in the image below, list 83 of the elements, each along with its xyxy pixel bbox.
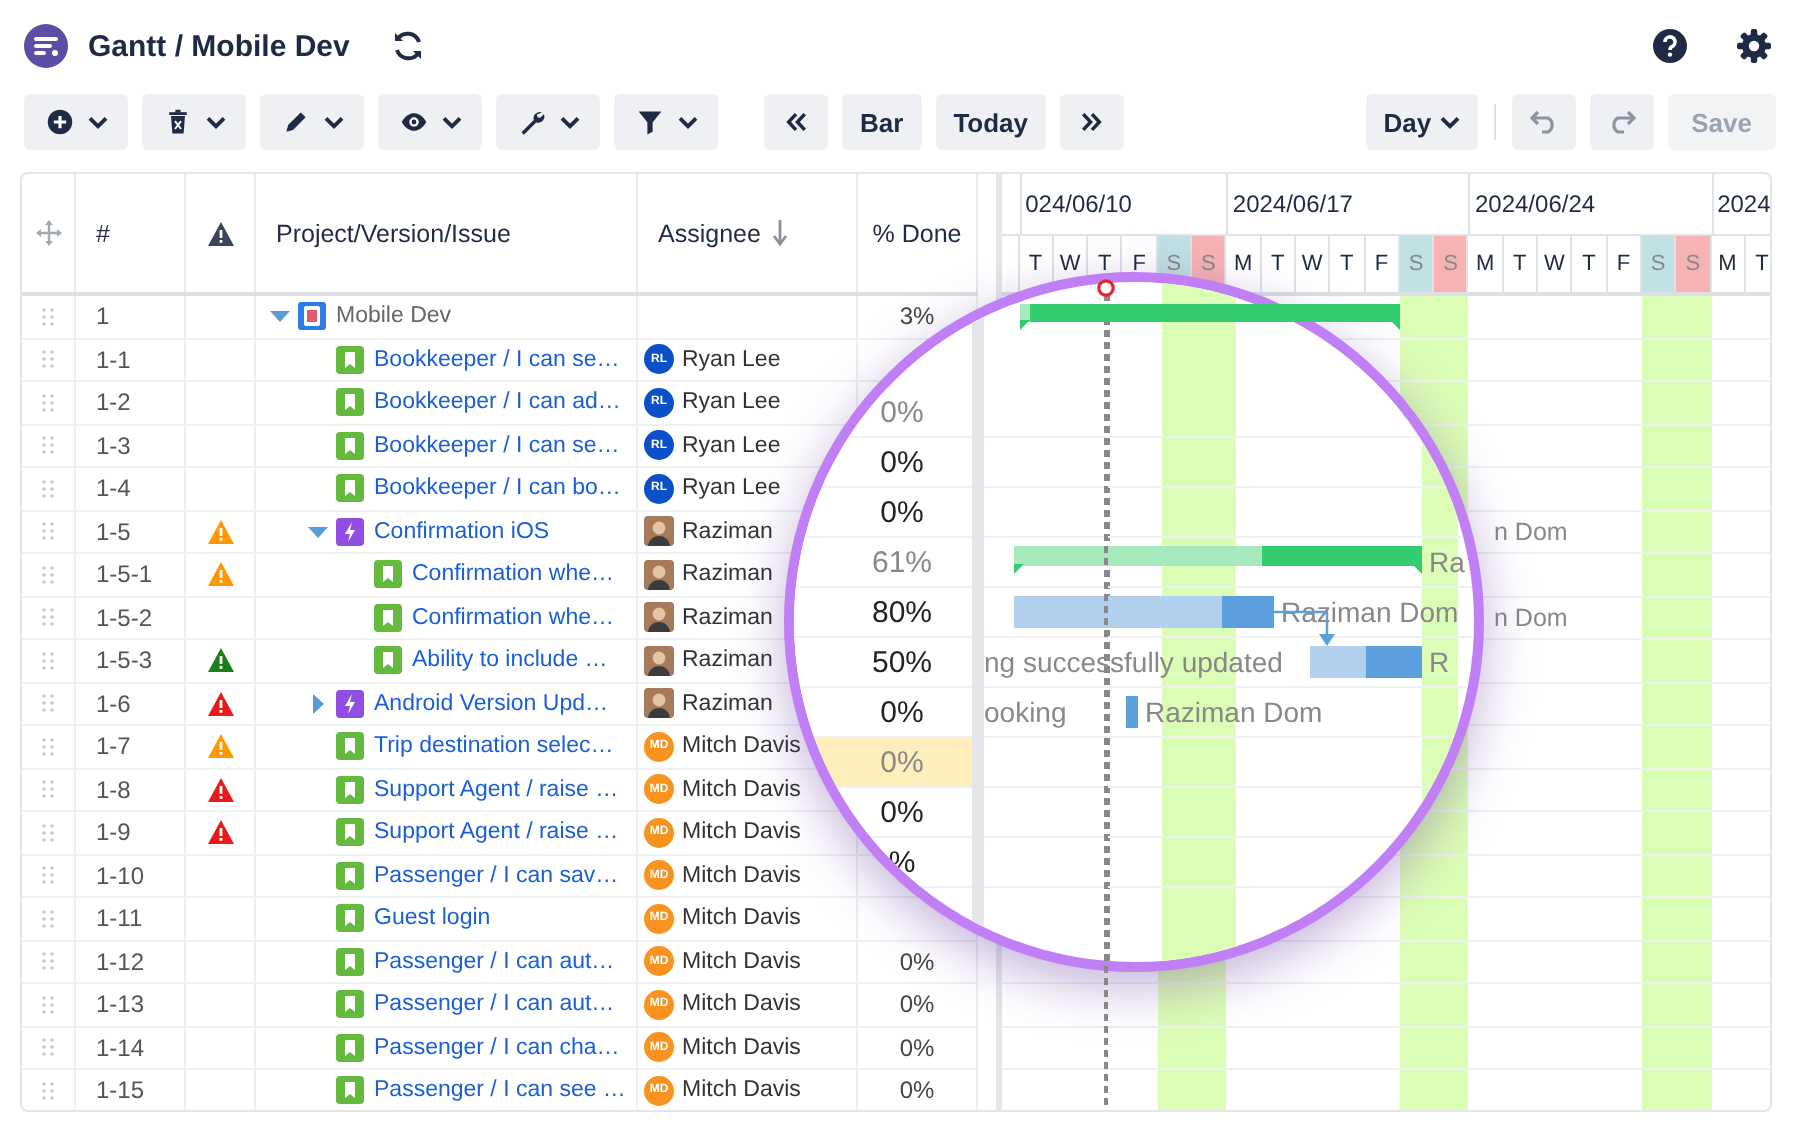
bar-label: R bbox=[1429, 646, 1450, 678]
issue-link[interactable]: Guest login bbox=[374, 906, 491, 931]
issue-link[interactable]: Passenger / I can aut… bbox=[374, 992, 615, 1017]
issue-link[interactable]: Ability to include … bbox=[412, 648, 608, 673]
percent-done: 0% bbox=[899, 990, 935, 1019]
issue-link[interactable]: Bookkeeper / I can se… bbox=[374, 433, 620, 458]
row-number: 1-5-1 bbox=[96, 560, 153, 589]
row-number: 1-14 bbox=[96, 1033, 145, 1062]
assignee-name: Mitch Davis bbox=[682, 1078, 801, 1103]
issue-link[interactable]: Confirmation iOS bbox=[374, 519, 550, 544]
row-number: 1-12 bbox=[96, 947, 145, 976]
assignee-name: Raziman bbox=[682, 648, 773, 673]
issue-link[interactable]: Bookkeeper / I can bo… bbox=[374, 476, 621, 501]
week-label: 024/06/10 bbox=[1025, 190, 1132, 218]
issue-link[interactable]: Android Version Upd… bbox=[374, 691, 608, 716]
assignee-name: Raziman bbox=[682, 605, 773, 630]
day-label: S bbox=[1641, 234, 1677, 292]
assignee-name: Ryan Lee bbox=[682, 433, 781, 458]
week-label: 2024/06/24 bbox=[1474, 190, 1596, 218]
column-header[interactable]: Assignee bbox=[658, 219, 761, 247]
percent-done: 0% bbox=[899, 1033, 935, 1062]
day-label: T bbox=[1745, 234, 1770, 292]
nav-button[interactable]: Bar bbox=[842, 94, 922, 150]
page-title: Gantt / Mobile Dev bbox=[88, 29, 350, 63]
assignee-name: Mitch Davis bbox=[682, 906, 801, 931]
row-number: 1-2 bbox=[96, 388, 131, 417]
week-label: 2024 bbox=[1717, 190, 1770, 218]
issue-link[interactable]: Passenger / I can sav… bbox=[374, 863, 619, 888]
issue-link[interactable]: Passenger / I can cha… bbox=[374, 1035, 620, 1060]
issue-link[interactable]: Passenger / I can see … bbox=[374, 1078, 626, 1103]
row-number: 1 bbox=[96, 302, 110, 331]
nav-button[interactable]: Today bbox=[935, 94, 1047, 150]
task-name-label: ooking bbox=[984, 696, 1067, 728]
row-number: 1-5-2 bbox=[96, 603, 153, 632]
day-label: S bbox=[1676, 234, 1712, 292]
row-number: 1-10 bbox=[96, 861, 145, 890]
day-label: M bbox=[1711, 234, 1746, 292]
issue-link[interactable]: Support Agent / raise … bbox=[374, 777, 619, 802]
day-label: S bbox=[1434, 234, 1469, 292]
assignee-name: Ryan Lee bbox=[682, 476, 781, 501]
issue-link[interactable]: Confirmation whe… bbox=[412, 562, 614, 587]
project-name[interactable]: Mobile Dev bbox=[336, 304, 452, 329]
assignee-name: Raziman bbox=[682, 519, 773, 544]
row-number: 1-5 bbox=[96, 517, 131, 546]
row-number: 1-4 bbox=[96, 474, 131, 503]
issue-link[interactable]: Support Agent / raise … bbox=[374, 820, 619, 845]
day-label: S bbox=[1399, 234, 1435, 292]
issue-link[interactable]: Confirmation whe… bbox=[412, 605, 614, 630]
row-number: 1-11 bbox=[96, 904, 143, 933]
column-header[interactable]: # bbox=[96, 219, 110, 247]
assignee-name: Mitch Davis bbox=[682, 1035, 801, 1060]
scale-dropdown[interactable]: Day bbox=[1365, 94, 1478, 150]
assignee-name: Mitch Davis bbox=[682, 992, 801, 1017]
issue-link[interactable]: Trip destination selec… bbox=[374, 734, 614, 759]
bar-label: n Dom bbox=[1494, 603, 1568, 631]
week-label: 2024/06/17 bbox=[1232, 190, 1353, 218]
assignee-name: Mitch Davis bbox=[682, 949, 801, 974]
percent-done: 0% bbox=[899, 1076, 935, 1105]
day-label: T bbox=[1572, 234, 1608, 292]
row-number: 1-5-3 bbox=[96, 646, 153, 675]
assignee-name: Ryan Lee bbox=[682, 347, 781, 372]
bar-label: n Dom bbox=[1494, 517, 1568, 545]
row-number: 1-7 bbox=[96, 732, 131, 761]
row-number: 1-3 bbox=[96, 431, 131, 460]
row-number: 1-9 bbox=[96, 818, 131, 847]
row-number: 1-1 bbox=[96, 345, 131, 374]
row-number: 1-13 bbox=[96, 990, 145, 1019]
issue-link[interactable]: Passenger / I can aut… bbox=[374, 949, 615, 974]
day-label: W bbox=[1538, 234, 1573, 292]
row-number: 1-6 bbox=[96, 689, 131, 718]
column-header[interactable]: % Done bbox=[872, 219, 962, 247]
assignee-name: Raziman bbox=[682, 562, 773, 587]
issue-link[interactable]: Bookkeeper / I can se… bbox=[374, 347, 620, 372]
issue-link[interactable]: Bookkeeper / I can ad… bbox=[374, 390, 621, 415]
column-header[interactable]: Project/Version/Issue bbox=[276, 219, 511, 247]
percent-done: 3% bbox=[899, 302, 935, 331]
percent-done: 0% bbox=[899, 947, 935, 976]
row-number: 1-8 bbox=[96, 775, 131, 804]
row-number: 1-15 bbox=[96, 1076, 145, 1105]
day-label: T bbox=[1503, 234, 1539, 292]
assignee-name: Ryan Lee bbox=[682, 390, 781, 415]
day-label: M bbox=[1468, 234, 1504, 292]
assignee-name: Raziman bbox=[682, 691, 773, 716]
